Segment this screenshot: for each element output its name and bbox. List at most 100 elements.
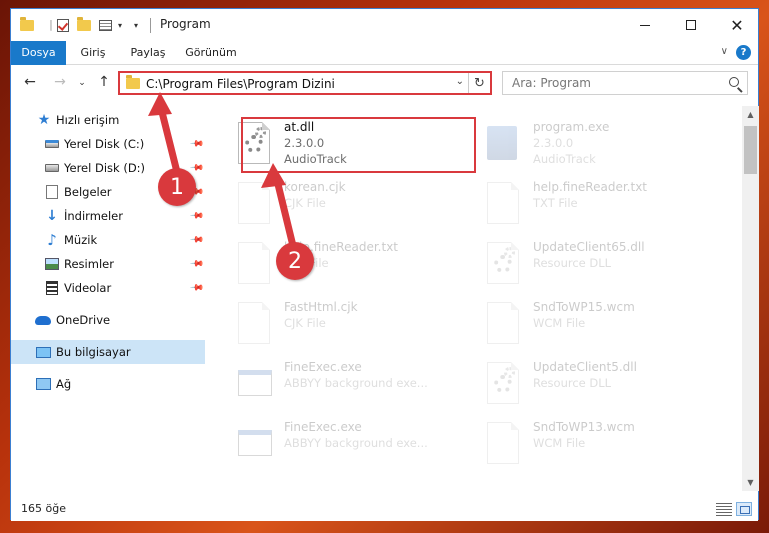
address-bar[interactable]: C:\Program Files\Program Dizini ⌄ ↻ (118, 71, 492, 95)
file-name: FastHtml.cjk (284, 300, 358, 314)
up-button[interactable]: ↑ (95, 74, 113, 90)
file-item[interactable]: UpdateClient65.dll Resource DLL (481, 236, 721, 294)
exe-window-icon (238, 362, 274, 406)
file-item[interactable]: korean.cjk CJK File (232, 176, 472, 234)
highlight-box-file (241, 117, 476, 173)
minimize-icon (640, 24, 650, 26)
minimize-button[interactable] (622, 9, 668, 41)
file-name: korean.cjk (284, 180, 346, 194)
sidebar-item-downloads[interactable]: ↓ İndirmeler 📌 (11, 204, 205, 228)
title-separator (150, 18, 151, 33)
tab-view[interactable]: Görünüm (183, 41, 239, 65)
file-type: Resource DLL (533, 256, 612, 270)
tab-file[interactable]: Dosya (11, 41, 66, 65)
pin-icon: 📌 (189, 136, 205, 152)
file-name: UpdateClient65.dll (533, 240, 645, 254)
sidebar-item-this-pc[interactable]: Bu bilgisayar (11, 340, 205, 364)
network-icon (35, 376, 51, 392)
onedrive-icon (35, 312, 51, 328)
customize-caret-icon[interactable]: ▾ (112, 17, 128, 33)
sidebar-item-label: Videolar (64, 281, 112, 295)
file-version: 2.3.0.0 (533, 136, 574, 150)
file-item[interactable]: SndToWP15.wcm WCM File (481, 296, 721, 354)
navigation-bar: ← → ⌄ ↑ C:\Program Files\Program Dizini … (11, 66, 758, 100)
videos-icon (44, 280, 60, 296)
generic-file-icon (487, 422, 523, 466)
forward-button[interactable]: → (51, 74, 69, 90)
file-item[interactable]: program.exe 2.3.0.0 AudioTrack (481, 116, 721, 174)
title-bar: | ▾ ▾ Program ✕ (11, 9, 758, 41)
sidebar-item-label: Yerel Disk (D:) (64, 161, 146, 175)
explorer-window: | ▾ ▾ Program ✕ Dosya Giriş Paylaş Görün… (10, 8, 759, 521)
file-type: ABBYY background exe... (284, 376, 428, 390)
scroll-thumb[interactable] (744, 126, 757, 174)
address-path[interactable]: C:\Program Files\Program Dizini (146, 77, 335, 91)
scroll-up-icon[interactable]: ▲ (742, 106, 759, 123)
ribbon-tabs: Dosya Giriş Paylaş Görünüm ∨ ? (11, 41, 758, 65)
tiles-view-icon[interactable] (736, 502, 752, 516)
file-name: SndToWP15.wcm (533, 300, 635, 314)
pin-icon: 📌 (189, 160, 205, 176)
details-view-icon[interactable] (716, 502, 732, 516)
tab-home[interactable]: Giriş (73, 41, 113, 65)
dropdown-caret-icon[interactable]: ▾ (128, 17, 144, 33)
help-button[interactable]: ? (736, 45, 751, 60)
file-item[interactable]: FineExec.exe ABBYY background exe... (232, 416, 472, 474)
back-button[interactable]: ← (21, 74, 39, 90)
window-title: Program (160, 17, 211, 31)
file-item[interactable]: FastHtml.cjk CJK File (232, 296, 472, 354)
sidebar-item-label: İndirmeler (64, 209, 123, 223)
recent-locations-button[interactable]: ⌄ (73, 78, 91, 88)
sidebar-item-label: Müzik (64, 233, 98, 247)
refresh-icon[interactable]: ↻ (468, 73, 490, 93)
file-description: AudioTrack (533, 152, 596, 166)
search-box[interactable]: Ara: Program (502, 71, 748, 95)
sidebar-item-network[interactable]: Ağ (11, 372, 205, 396)
exe-window-icon (238, 422, 274, 466)
tab-share[interactable]: Paylaş (123, 41, 173, 65)
close-button[interactable]: ✕ (714, 9, 760, 41)
file-item[interactable]: help.fineReader.txt TXT File (481, 176, 721, 234)
pin-icon: 📌 (189, 208, 205, 224)
this-pc-icon (35, 344, 51, 360)
sidebar-item-label: Hızlı erişim (56, 113, 120, 127)
file-item[interactable]: UpdateClient5.dll Resource DLL (481, 356, 721, 414)
file-type: WCM File (533, 316, 586, 330)
file-type: WCM File (533, 436, 586, 450)
new-folder-icon[interactable] (76, 16, 92, 33)
sidebar-item-quick-access[interactable]: ★ Hızlı erişim (11, 108, 205, 132)
file-type: Resource DLL (533, 376, 612, 390)
folder-icon[interactable] (19, 16, 35, 33)
sidebar-item-music[interactable]: ♪ Müzik 📌 (11, 228, 205, 252)
drive-d-icon (44, 160, 60, 176)
address-dropdown-icon[interactable]: ⌄ (456, 76, 464, 87)
scroll-down-icon[interactable]: ▼ (742, 474, 759, 491)
navigation-pane: ★ Hızlı erişim Yerel Disk (C:) 📌 Yerel D… (11, 106, 205, 491)
properties-icon[interactable] (97, 17, 113, 33)
search-input[interactable]: Ara: Program (512, 76, 591, 90)
music-icon: ♪ (47, 231, 57, 249)
file-type: TXT File (533, 196, 578, 210)
sidebar-item-videos[interactable]: Videolar 📌 (11, 276, 205, 300)
file-item[interactable]: help.fineReader.txt TXT File (232, 236, 472, 294)
sidebar-item-label: Resimler (64, 257, 114, 271)
sidebar-item-pictures[interactable]: Resimler 📌 (11, 252, 205, 276)
sidebar-item-label: Belgeler (64, 185, 112, 199)
vertical-scrollbar[interactable]: ▲ ▼ (742, 106, 759, 491)
pictures-icon (44, 256, 60, 272)
generic-file-icon (487, 302, 523, 346)
sidebar-item-drive-c[interactable]: Yerel Disk (C:) 📌 (11, 132, 205, 156)
sidebar-item-onedrive[interactable]: OneDrive (11, 308, 205, 332)
downloads-icon: ↓ (46, 208, 58, 224)
ribbon-expand-icon[interactable]: ∨ (721, 46, 728, 57)
maximize-button[interactable] (668, 9, 714, 41)
file-name: FineExec.exe (284, 420, 362, 434)
dll-gear-icon (487, 362, 523, 406)
pin-icon: 📌 (189, 232, 205, 248)
sidebar-item-label: Ağ (56, 377, 72, 391)
properties-check-icon[interactable] (55, 17, 71, 33)
callout-1: 1 (158, 168, 196, 206)
search-icon[interactable] (729, 77, 739, 87)
file-item[interactable]: FineExec.exe ABBYY background exe... (232, 356, 472, 414)
file-item[interactable]: SndToWP13.wcm WCM File (481, 416, 721, 474)
